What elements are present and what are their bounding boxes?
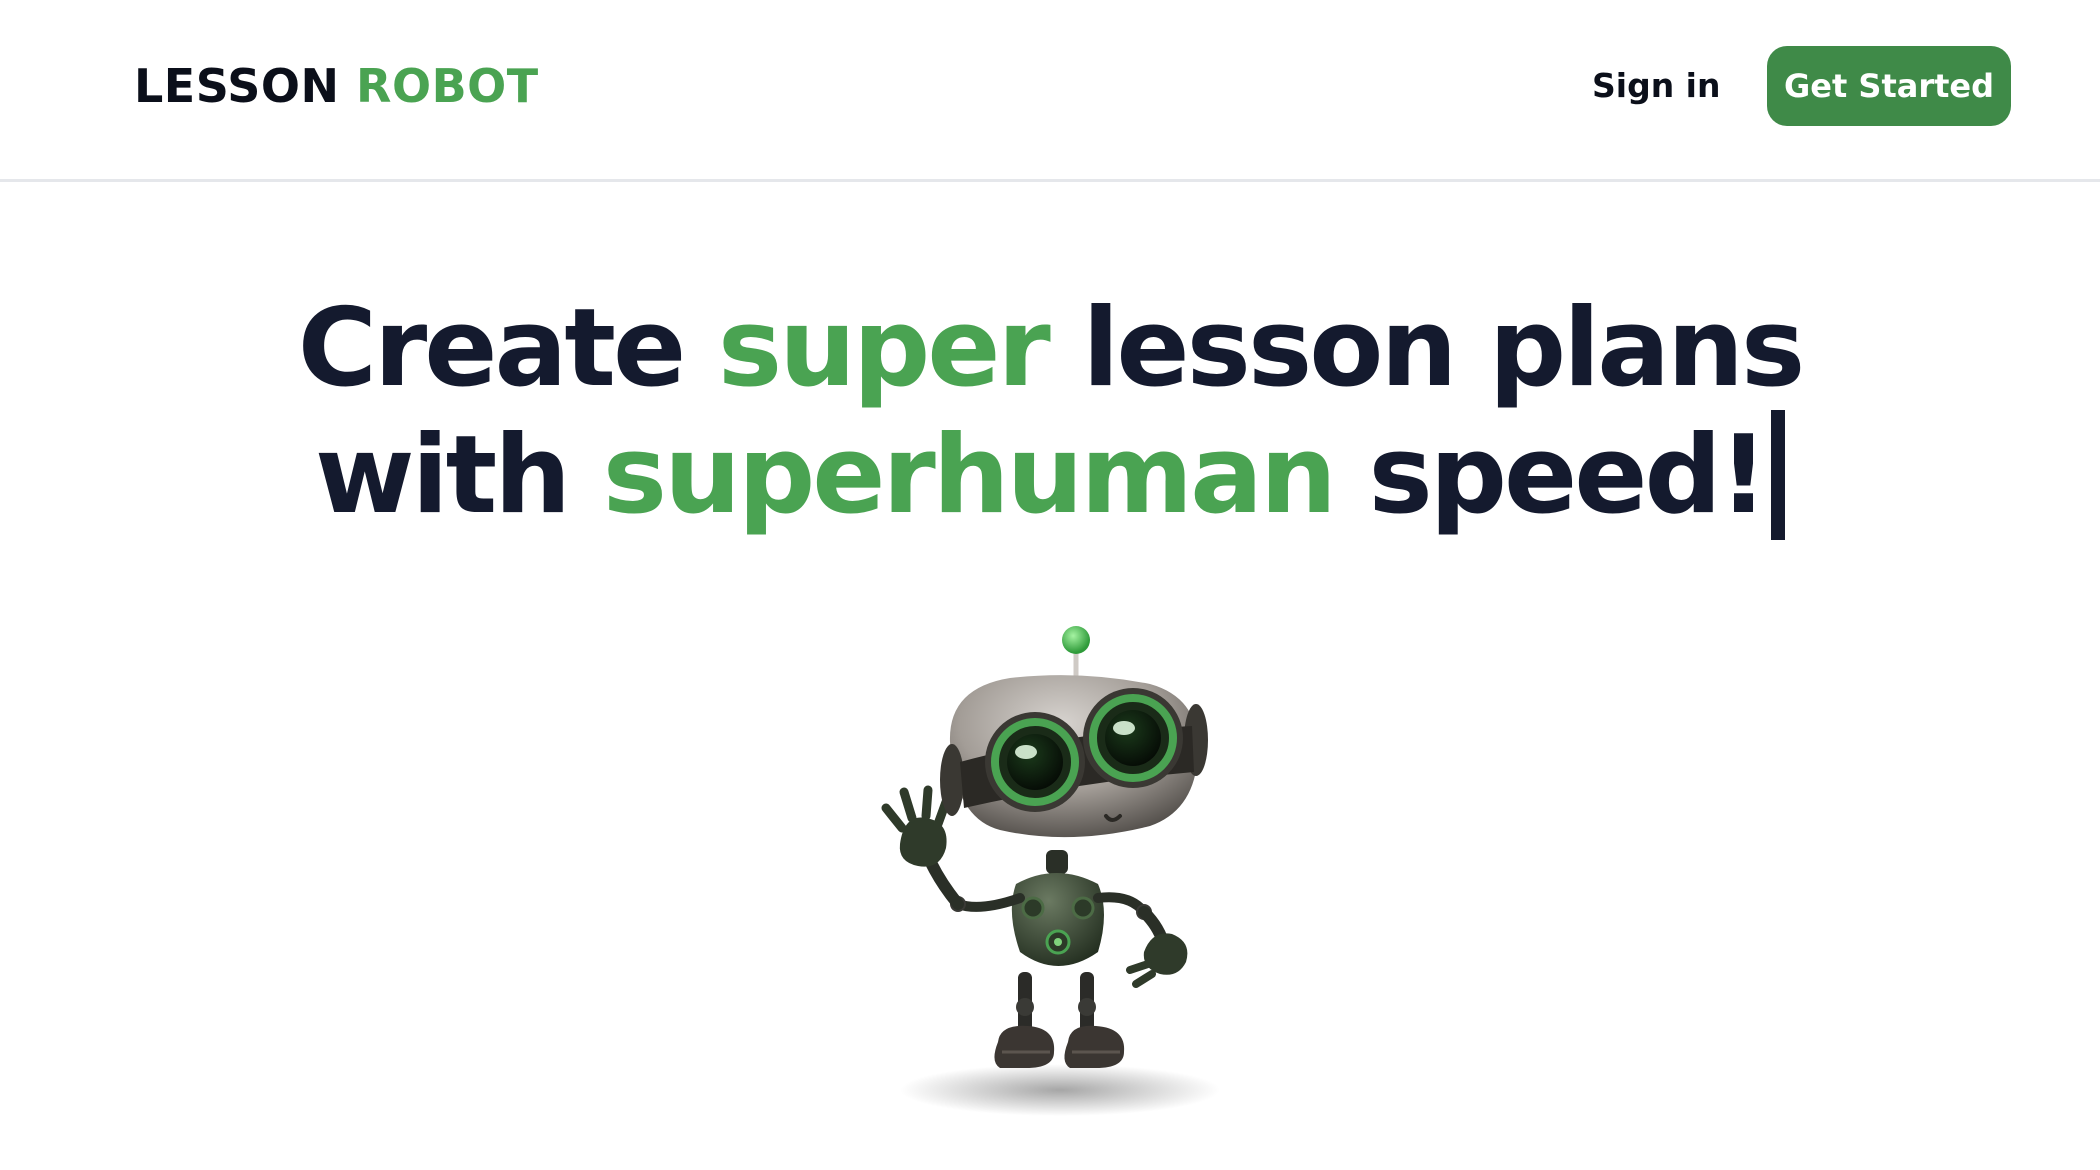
hero-accent-text: superhuman [602,413,1337,538]
get-started-button[interactable]: Get Started [1767,46,2011,126]
robot-icon [881,626,1220,1116]
top-nav-bar: LESSON ROBOT Sign in Get Started [0,0,2100,182]
hero-line-1: Create super lesson plans [0,288,2100,410]
hero-text: lesson plans [1047,286,1805,411]
hero-accent-text: super [717,286,1051,411]
robot-illustration [830,612,1270,1132]
brand-logo[interactable]: LESSON ROBOT [134,58,539,114]
logo-word-robot: ROBOT [356,59,539,113]
hero-text: with [314,413,603,538]
hero-line-2: with superhuman speed! [0,410,2100,540]
logo-word-lesson: LESSON [134,59,340,113]
hero-text: Create [297,286,718,411]
typing-cursor [1771,410,1786,540]
hero-text: speed! [1333,413,1768,538]
hero-headline: Create super lesson plans with superhuma… [0,288,2100,540]
sign-in-link[interactable]: Sign in [1592,60,1721,112]
